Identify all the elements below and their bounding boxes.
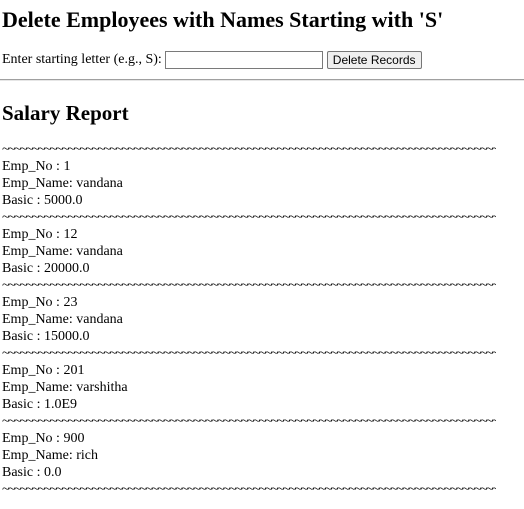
emp-no: Emp_No : 23 [2, 295, 78, 310]
emp-name: Emp_Name: vandana [2, 244, 123, 259]
page-heading: Delete Employees with Names Starting wit… [2, 7, 444, 32]
emp-name: Emp_Name: varshitha [2, 380, 128, 395]
emp-no: Emp_No : 201 [2, 363, 85, 378]
delete-records-button[interactable]: Delete Records [326, 51, 422, 69]
starting-letter-label: Enter starting letter (e.g., S): [2, 52, 162, 67]
emp-basic: Basic : 0.0 [2, 465, 62, 480]
divider [0, 79, 524, 81]
emp-basic: Basic : 20000.0 [2, 261, 90, 276]
report-title: Salary Report [2, 101, 129, 125]
record-separator: ~~~~~~~~~~~~~~~~~~~~~~~~~~~~~~~~~~~~~~~~… [2, 210, 496, 225]
emp-basic: Basic : 1.0E9 [2, 397, 78, 412]
emp-basic: Basic : 5000.0 [2, 193, 83, 208]
starting-letter-input[interactable] [164, 51, 323, 69]
emp-name: Emp_Name: vandana [2, 312, 123, 327]
record-separator: ~~~~~~~~~~~~~~~~~~~~~~~~~~~~~~~~~~~~~~~~… [2, 482, 496, 497]
record-separator: ~~~~~~~~~~~~~~~~~~~~~~~~~~~~~~~~~~~~~~~~… [2, 142, 496, 157]
emp-no: Emp_No : 1 [2, 159, 71, 174]
delete-form: Enter starting letter (e.g., S): Delete … [2, 50, 522, 70]
record-separator: ~~~~~~~~~~~~~~~~~~~~~~~~~~~~~~~~~~~~~~~~… [2, 278, 496, 293]
record-separator: ~~~~~~~~~~~~~~~~~~~~~~~~~~~~~~~~~~~~~~~~… [2, 414, 496, 429]
emp-name: Emp_Name: vandana [2, 176, 123, 191]
emp-basic: Basic : 15000.0 [2, 329, 90, 344]
emp-no: Emp_No : 900 [2, 431, 85, 446]
emp-name: Emp_Name: rich [2, 448, 99, 463]
emp-no: Emp_No : 12 [2, 227, 78, 242]
record-separator: ~~~~~~~~~~~~~~~~~~~~~~~~~~~~~~~~~~~~~~~~… [2, 346, 496, 361]
salary-records: ~~~~~~~~~~~~~~~~~~~~~~~~~~~~~~~~~~~~~~~~… [2, 141, 522, 498]
